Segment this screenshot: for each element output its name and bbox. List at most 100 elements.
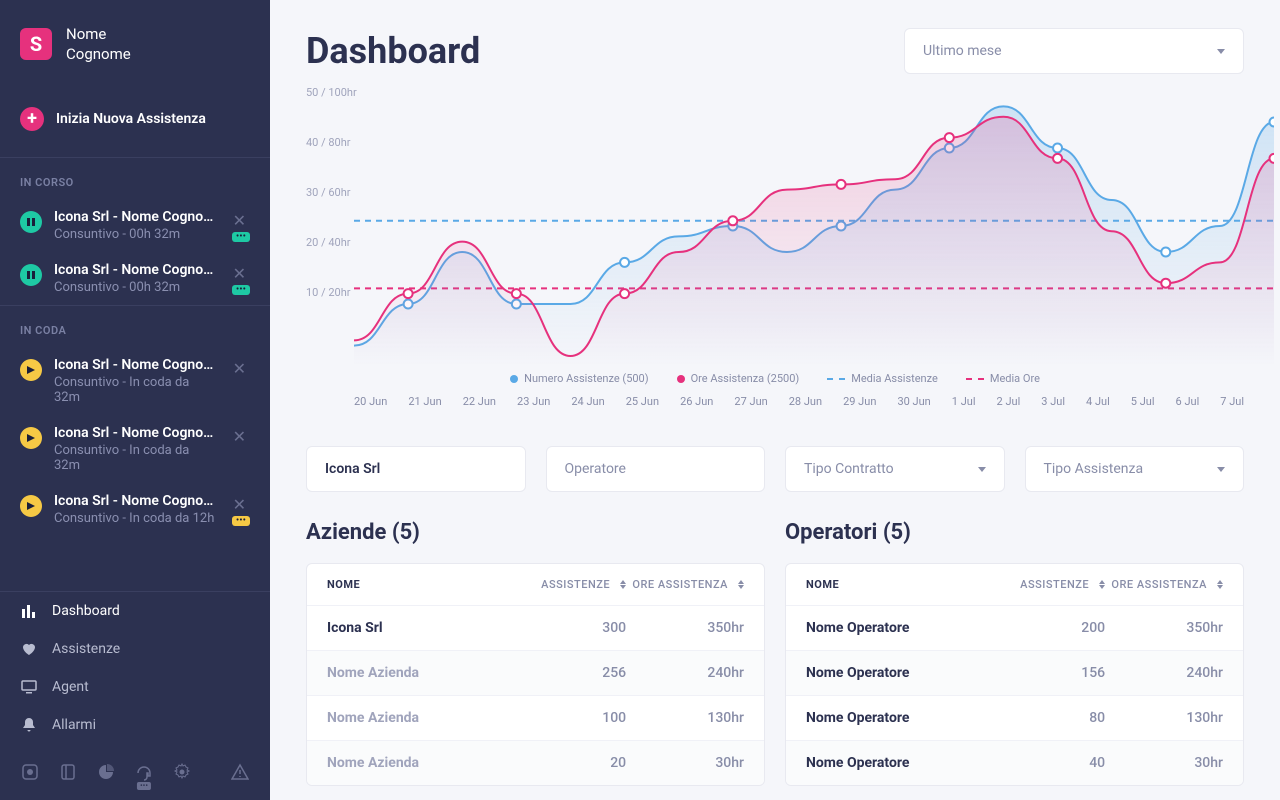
more-icon[interactable]: •••	[232, 232, 250, 242]
cell-nome: Nome Operatore	[806, 755, 987, 771]
close-icon[interactable]: ✕	[229, 262, 250, 285]
task-item[interactable]: Icona Srl - Nome Cognome Consuntivo - In…	[0, 347, 270, 415]
cell-assistenze: 256	[508, 665, 626, 681]
aziende-title: Aziende (5)	[306, 520, 765, 545]
gear-icon[interactable]	[172, 762, 192, 782]
cell-nome: Icona Srl	[327, 620, 508, 636]
col-nome[interactable]: NOME	[327, 578, 508, 591]
task-item[interactable]: Icona Srl - Nome Cognome Consuntivo - In…	[0, 415, 270, 483]
nav-label: Agent	[52, 679, 89, 695]
filter-tipo-assistenza[interactable]: Tipo Assistenza	[1025, 446, 1245, 492]
nav-agent[interactable]: Agent	[0, 668, 270, 706]
range-label: Ultimo mese	[923, 43, 1002, 59]
date-range-select[interactable]: Ultimo mese	[904, 28, 1244, 74]
x-tick: 21 Jun	[408, 395, 441, 408]
x-tick: 30 Jun	[897, 395, 930, 408]
chart-point	[1270, 154, 1275, 163]
more-icon[interactable]: •••	[232, 516, 250, 526]
close-icon[interactable]: ✕	[229, 425, 250, 448]
table-row[interactable]: Nome Operatore 156 240hr	[786, 651, 1243, 696]
pause-icon[interactable]	[20, 211, 42, 233]
table-row[interactable]: Nome Azienda 20 30hr	[307, 741, 764, 785]
legend-label: Media Assistenze	[851, 372, 938, 385]
user-block[interactable]: S Nome Cognome	[0, 0, 270, 89]
filter-azienda[interactable]: Icona Srl	[306, 446, 526, 492]
new-assist-label: Inizia Nuova Assistenza	[56, 111, 206, 127]
close-icon[interactable]: ✕	[229, 357, 250, 380]
dash-icon	[827, 378, 845, 380]
play-icon[interactable]	[20, 427, 42, 449]
filter-tipo-contratto[interactable]: Tipo Contratto	[785, 446, 1005, 492]
table-row[interactable]: Nome Operatore 80 130hr	[786, 696, 1243, 741]
bottom-icon-row: •••	[0, 744, 270, 800]
pause-icon[interactable]	[20, 264, 42, 286]
filter-operatore[interactable]: Operatore	[546, 446, 766, 492]
filter-placeholder: Operatore	[565, 461, 626, 477]
close-icon[interactable]: ✕	[229, 493, 250, 516]
col-assistenze[interactable]: ASSISTENZE	[508, 578, 626, 591]
warning-icon[interactable]	[230, 762, 250, 782]
table-row[interactable]: Nome Azienda 256 240hr	[307, 651, 764, 696]
cell-ore: 240hr	[1105, 665, 1223, 681]
chart-point	[837, 180, 846, 189]
nav-label: Allarmi	[52, 717, 96, 733]
x-tick: 2 Jul	[997, 395, 1021, 408]
pie-icon[interactable]	[96, 762, 116, 782]
new-assist-button[interactable]: + Inizia Nuova Assistenza	[0, 95, 270, 143]
dash-icon	[966, 378, 984, 380]
col-assistenze[interactable]: ASSISTENZE	[987, 578, 1105, 591]
table-row[interactable]: Icona Srl 300 350hr	[307, 606, 764, 651]
nav-dashboard[interactable]: Dashboard	[0, 592, 270, 630]
legend-item: Numero Assistenze (500)	[510, 372, 648, 385]
task-title: Icona Srl - Nome Cognome	[54, 493, 217, 509]
nav-assistenze[interactable]: Assistenze	[0, 630, 270, 668]
more-icon[interactable]: •••	[232, 285, 250, 295]
col-ore[interactable]: ORE ASSISTENZA	[1105, 578, 1223, 591]
chart-legend: Numero Assistenze (500) Ore Assistenza (…	[306, 372, 1244, 385]
play-icon[interactable]	[20, 495, 42, 517]
cell-nome: Nome Operatore	[806, 620, 987, 636]
section-in-corso: IN CORSO	[0, 158, 270, 199]
nav-bottom: Dashboard Assistenze Agent Allarmi •••	[0, 591, 270, 800]
close-icon[interactable]: ✕	[229, 209, 250, 232]
col-nome[interactable]: NOME	[806, 578, 987, 591]
y-tick: 20 / 40hr	[306, 236, 351, 249]
chevron-down-icon	[978, 467, 986, 472]
company-icon[interactable]	[20, 762, 40, 782]
chart-point	[512, 289, 521, 298]
nav-allarmi[interactable]: Allarmi	[0, 706, 270, 744]
cell-assistenze: 300	[508, 620, 626, 636]
sort-icon[interactable]	[738, 580, 744, 589]
task-title: Icona Srl - Nome Cognome	[54, 262, 217, 278]
col-ore[interactable]: ORE ASSISTENZA	[626, 578, 744, 591]
cell-nome: Nome Azienda	[327, 755, 508, 771]
legend-item: Media Assistenze	[827, 372, 938, 385]
task-item[interactable]: Icona Srl - Nome Cognome Consuntivo - 00…	[0, 252, 270, 305]
x-tick: 25 Jun	[626, 395, 659, 408]
chart-x-labels: 20 Jun21 Jun22 Jun23 Jun24 Jun25 Jun26 J…	[354, 395, 1244, 408]
table-row[interactable]: Nome Operatore 40 30hr	[786, 741, 1243, 785]
task-subtitle: Consuntivo - In coda da 12h	[54, 511, 217, 526]
book-icon[interactable]	[58, 762, 78, 782]
bell-icon	[20, 716, 38, 734]
chart-point	[404, 289, 413, 298]
chart-svg	[354, 86, 1274, 366]
table-row[interactable]: Nome Operatore 200 350hr	[786, 606, 1243, 651]
dot-icon	[677, 375, 685, 383]
task-item[interactable]: Icona Srl - Nome Cognome Consuntivo - In…	[0, 483, 270, 536]
task-subtitle: Consuntivo - 00h 32m	[54, 227, 217, 242]
y-tick: 10 / 20hr	[306, 286, 351, 299]
y-tick: 30 / 60hr	[306, 186, 351, 199]
task-item[interactable]: Icona Srl - Nome Cognome Consuntivo - 00…	[0, 199, 270, 252]
cell-ore: 350hr	[1105, 620, 1223, 636]
task-text: Icona Srl - Nome Cognome Consuntivo - In…	[54, 357, 217, 405]
section-in-coda: IN CODA	[0, 306, 270, 347]
table-header: NOME ASSISTENZE ORE ASSISTENZA	[307, 564, 764, 606]
tables-row: Aziende (5) NOME ASSISTENZE ORE ASSISTEN…	[306, 520, 1244, 786]
headset-icon[interactable]: •••	[134, 762, 154, 782]
sort-icon[interactable]	[1217, 580, 1223, 589]
table-row[interactable]: Nome Azienda 100 130hr	[307, 696, 764, 741]
play-icon[interactable]	[20, 359, 42, 381]
x-tick: 7 Jul	[1220, 395, 1244, 408]
aziende-table: Aziende (5) NOME ASSISTENZE ORE ASSISTEN…	[306, 520, 765, 786]
